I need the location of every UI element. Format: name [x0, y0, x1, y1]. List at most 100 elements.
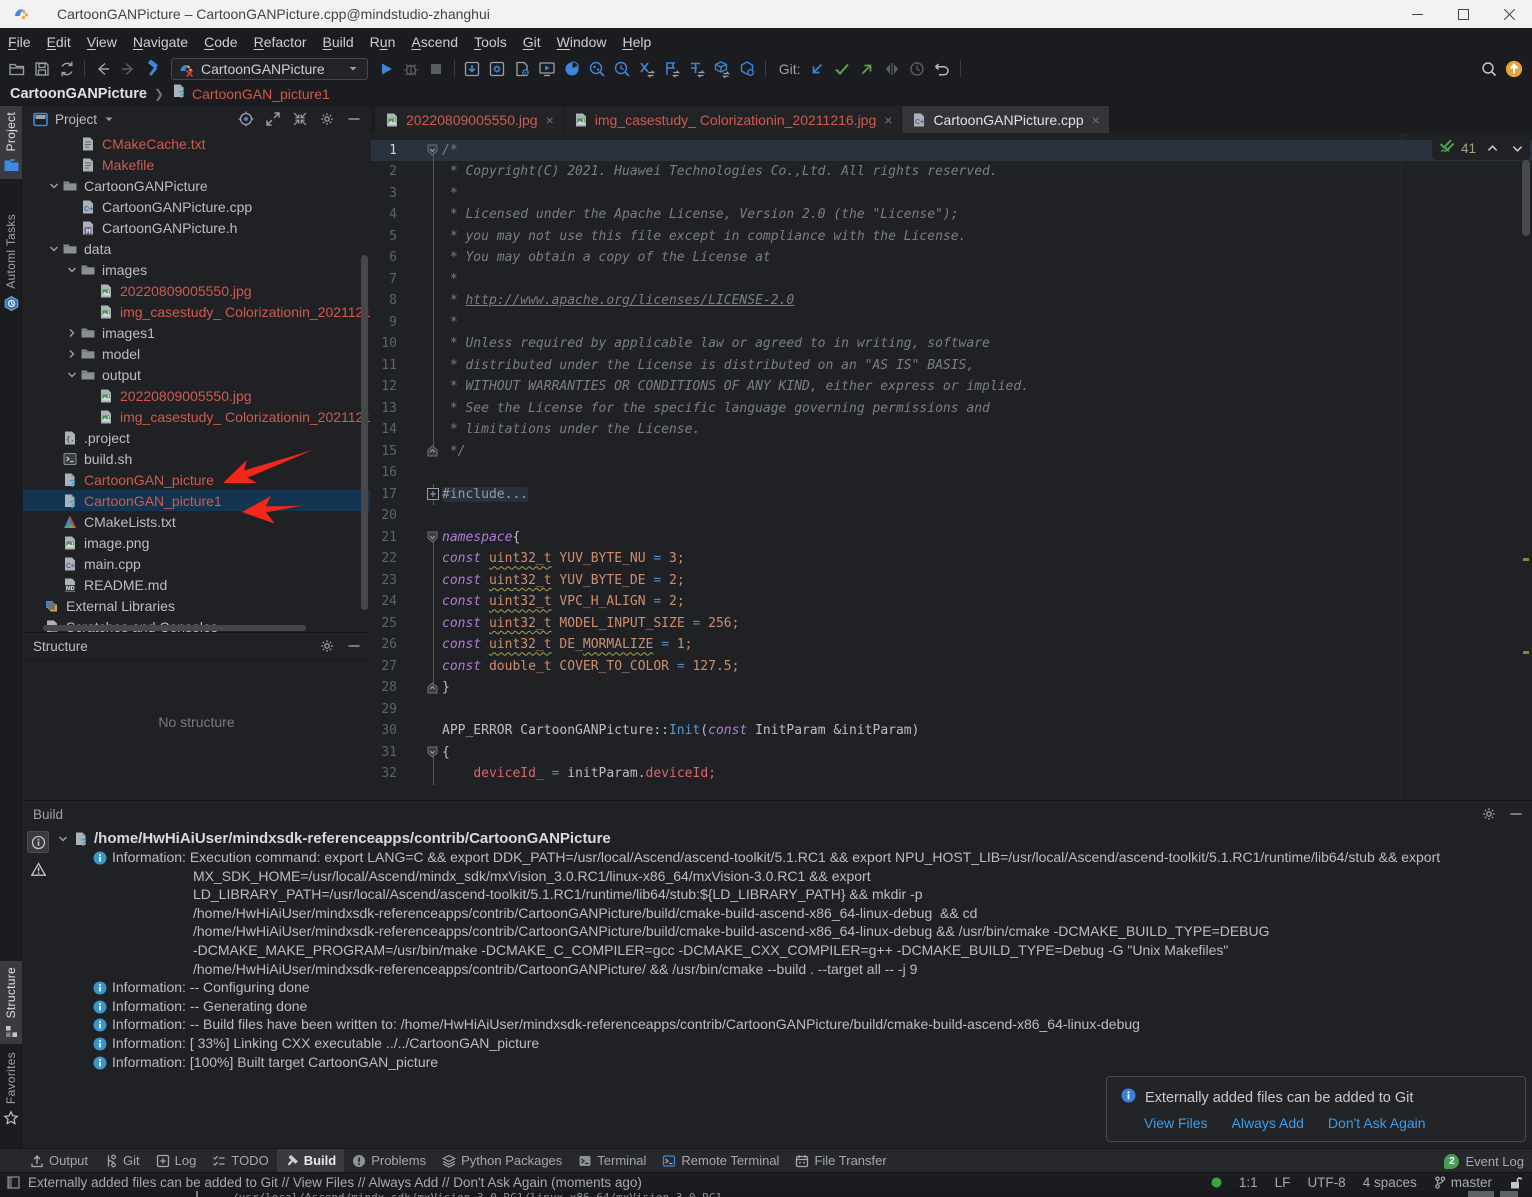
gear-icon[interactable] — [1481, 806, 1497, 822]
toolwindow-file-transfer[interactable]: File Transfer — [787, 1149, 894, 1173]
play-icon[interactable] — [377, 60, 395, 78]
tree-item-makefile[interactable]: Makefile — [23, 154, 370, 175]
chevron-right-icon[interactable] — [64, 325, 80, 341]
collapse-all-icon[interactable] — [292, 111, 308, 127]
tree-item-images1[interactable]: images1 — [23, 322, 370, 343]
tree-item-build-sh[interactable]: build.sh — [23, 448, 370, 469]
tree-item-model[interactable]: model — [23, 343, 370, 364]
menu-refactor[interactable]: Refactor — [246, 30, 315, 54]
status-message[interactable]: Externally added files can be added to G… — [28, 1175, 642, 1190]
chevron-right-icon[interactable] — [64, 346, 80, 362]
fold-end-icon[interactable] — [427, 682, 438, 698]
run-configuration-selector[interactable]: CartoonGANPicture — [171, 58, 368, 80]
chevron-down-icon[interactable] — [55, 831, 71, 847]
fold-open-icon[interactable] — [427, 144, 438, 160]
caret-position[interactable]: 1:1 — [1239, 1175, 1258, 1190]
build-log-entry[interactable]: Information: Execution command: export L… — [55, 848, 1532, 978]
pie-icon[interactable] — [563, 60, 581, 78]
toolwindow-terminal[interactable]: Terminal — [570, 1149, 654, 1173]
stripe-button-structure[interactable]: Structure — [0, 961, 22, 1044]
close-tab-icon[interactable]: × — [546, 115, 554, 125]
git-push-icon[interactable] — [858, 60, 876, 78]
build-log-entry[interactable]: Information: [ 33%] Linking CXX executab… — [55, 1034, 1532, 1053]
menu-navigate[interactable]: Navigate — [125, 30, 196, 54]
cube-sync-icon[interactable] — [713, 60, 731, 78]
tree-item-img-casestudy-colorizationin-20211216-jpg[interactable]: img_casestudy_ Colorizationin_20211216.j… — [23, 406, 370, 427]
build-log-entry[interactable]: Information: -- Configuring done — [55, 978, 1532, 997]
t-sync-icon[interactable] — [688, 60, 706, 78]
tool-window-switcher-icon[interactable] — [7, 1176, 20, 1189]
notification-action-view-files[interactable]: View Files — [1144, 1115, 1208, 1131]
box-gear-icon[interactable] — [488, 60, 506, 78]
flag-sync-icon[interactable] — [663, 60, 681, 78]
stop-icon[interactable] — [427, 60, 445, 78]
monitor-play-icon[interactable] — [538, 60, 556, 78]
toolwindow-problems[interactable]: Problems — [344, 1149, 434, 1173]
menu-view[interactable]: View — [79, 30, 125, 54]
minimize-icon[interactable] — [1508, 806, 1524, 822]
fold-open-icon[interactable] — [427, 531, 438, 547]
notification-action-don-t-ask-again[interactable]: Don't Ask Again — [1328, 1115, 1426, 1131]
tree-item-cmakelists-txt[interactable]: CMakeLists.txt — [23, 511, 370, 532]
indent-setting[interactable]: 4 spaces — [1363, 1175, 1417, 1190]
toolwindow-remote-terminal[interactable]: Remote Terminal — [654, 1149, 787, 1173]
info-filter-icon[interactable] — [27, 831, 49, 853]
git-revert-icon[interactable] — [933, 60, 951, 78]
tree-item-20220809005550-jpg[interactable]: 20220809005550.jpg — [23, 385, 370, 406]
event-log-widget[interactable]: 2Event Log — [1444, 1149, 1524, 1173]
close-window-button[interactable] — [1486, 0, 1532, 28]
search-icon[interactable] — [1480, 60, 1498, 78]
notification-action-always-add[interactable]: Always Add — [1232, 1115, 1304, 1131]
menu-file[interactable]: File — [0, 30, 39, 54]
tree-item-main-cpp[interactable]: C+main.cpp — [23, 553, 370, 574]
menu-git[interactable]: Git — [515, 30, 549, 54]
line-separator[interactable]: LF — [1275, 1175, 1291, 1190]
menu-build[interactable]: Build — [315, 30, 362, 54]
back-icon[interactable] — [94, 60, 112, 78]
chevron-down-icon[interactable] — [46, 178, 62, 194]
tree-item-cartoonganpicture-h[interactable]: HCartoonGANPicture.h — [23, 217, 370, 238]
editor-tab-cartoonganpicture-cpp[interactable]: C+CartoonGANPicture.cpp× — [902, 106, 1109, 133]
tree-item-cartoongan-picture1[interactable]: ?CartoonGAN_picture1 — [23, 490, 370, 511]
toolwindow-log[interactable]: Log — [148, 1149, 205, 1173]
save-icon[interactable] — [33, 60, 51, 78]
chevron-up-icon[interactable] — [1486, 142, 1499, 155]
gear-icon[interactable] — [319, 111, 335, 127]
toolwindow-python-packages[interactable]: Python Packages — [434, 1149, 570, 1173]
fold-end-icon[interactable] — [427, 445, 438, 461]
clock-search-icon[interactable] — [613, 60, 631, 78]
forward-icon[interactable] — [119, 60, 137, 78]
project-tree-horizontal-scrollbar[interactable] — [43, 625, 306, 631]
minimize-icon[interactable] — [346, 111, 362, 127]
profile-search-icon[interactable] — [588, 60, 606, 78]
maximize-window-button[interactable] — [1440, 0, 1486, 28]
toolwindow-build[interactable]: Build — [277, 1149, 345, 1173]
menu-ascend[interactable]: Ascend — [403, 30, 466, 54]
open-folder-icon[interactable] — [8, 60, 26, 78]
menu-window[interactable]: Window — [549, 30, 615, 54]
inspections-widget[interactable]: 41 — [1432, 136, 1530, 160]
doc-gear-icon[interactable] — [513, 60, 531, 78]
tree-item-cartoonganpicture[interactable]: CartoonGANPicture — [23, 175, 370, 196]
expand-all-icon[interactable] — [265, 111, 281, 127]
menu-help[interactable]: Help — [614, 30, 659, 54]
breadcrumb-target[interactable]: CartoonGAN_picture1 — [192, 86, 330, 102]
editor-scrollbar[interactable] — [1522, 160, 1530, 236]
stripe-button-automl-tasks[interactable]: Automl Tasks — [0, 208, 22, 317]
tree-item-img-casestudy-colorizationin-20211216-jpg[interactable]: img_casestudy_ Colorizationin_20211216.j… — [23, 301, 370, 322]
locate-icon[interactable] — [238, 111, 254, 127]
breadcrumb-project[interactable]: CartoonGANPicture — [10, 86, 147, 102]
toolwindow-output[interactable]: Output — [22, 1149, 96, 1173]
stripe-button-favorites[interactable]: Favorites — [0, 1046, 22, 1131]
toolwindow-todo[interactable]: TODO — [204, 1149, 276, 1173]
tree-item-cartoonganpicture-cpp[interactable]: C+CartoonGANPicture.cpp — [23, 196, 370, 217]
chevron-down-icon[interactable] — [46, 241, 62, 257]
menu-run[interactable]: Run — [362, 30, 404, 54]
toolwindow-git[interactable]: Git — [96, 1149, 148, 1173]
menu-code[interactable]: Code — [196, 30, 245, 54]
git-branch-widget[interactable]: master — [1434, 1175, 1492, 1190]
hammer-icon[interactable] — [144, 60, 162, 78]
dropdown-icon[interactable] — [101, 111, 117, 127]
chevron-down-icon[interactable] — [1511, 142, 1524, 155]
menu-edit[interactable]: Edit — [39, 30, 79, 54]
